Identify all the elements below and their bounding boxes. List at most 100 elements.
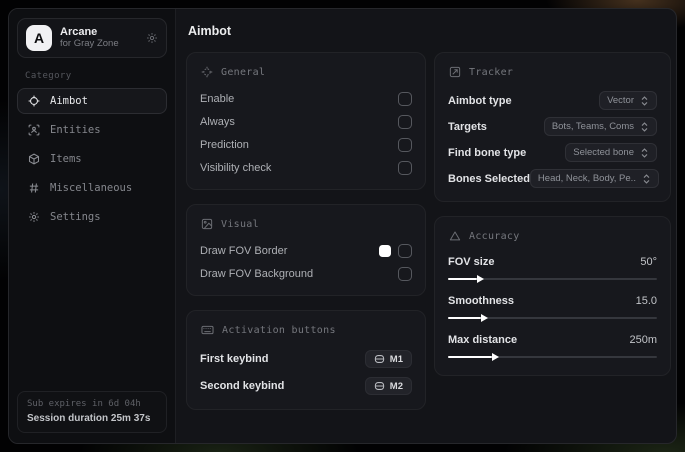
setting-row: Draw FOV Border (200, 240, 412, 262)
setting-row: Visibility check (200, 157, 412, 179)
main-content: Aimbot General Enable Always Prediction … (176, 9, 676, 443)
sidebar-nav: Aimbot Entities Items Miscellaneous Sett… (17, 88, 167, 230)
slider-thumb[interactable] (481, 314, 489, 322)
general-card: General Enable Always Prediction Visibil… (186, 52, 426, 190)
visibility-check-checkbox[interactable] (398, 161, 412, 175)
section-title: Activation buttons (222, 324, 336, 336)
sidebar-item-label: Settings (50, 211, 101, 223)
mouse-icon (374, 381, 385, 391)
setting-row: Always (200, 111, 412, 133)
second-keybind-button[interactable]: M2 (364, 377, 412, 395)
setting-label: Bones Selected (448, 172, 530, 185)
cube-icon (28, 153, 40, 165)
max-distance-group: Max distance 250m (448, 330, 657, 362)
slider-label: Max distance (448, 334, 518, 346)
session-duration-text: Session duration 25m 37s (27, 413, 151, 424)
person-scan-icon (28, 124, 40, 136)
left-column: General Enable Always Prediction Visibil… (186, 52, 426, 410)
chevrons-up-down-icon (640, 147, 649, 158)
smoothness-slider[interactable] (448, 313, 657, 323)
fov-size-group: FOV size 50° (448, 252, 657, 284)
setting-row: Bones Selected Head, Neck, Body, Pe.. (448, 166, 659, 191)
sidebar-item-label: Entities (50, 124, 101, 136)
activation-buttons-card: Activation buttons First keybind M1 Seco… (186, 310, 426, 410)
setting-label: Aimbot type (448, 94, 512, 107)
slider-value: 50° (640, 256, 657, 268)
page-title: Aimbot (188, 24, 232, 38)
slider-thumb[interactable] (491, 353, 499, 361)
image-icon (201, 218, 213, 230)
find-bone-type-select[interactable]: Selected bone (565, 143, 657, 162)
slider-label: Smoothness (448, 295, 515, 307)
slider-value: 250m (629, 334, 657, 346)
section-title: Tracker (469, 66, 514, 78)
setting-label: Draw FOV Background (200, 268, 314, 280)
sidebar-item-label: Items (50, 153, 82, 165)
setting-label: Prediction (200, 139, 249, 151)
aimbot-type-select[interactable]: Vector (599, 91, 657, 110)
targets-select[interactable]: Bots, Teams, Coms (543, 117, 657, 136)
brand-subtitle: for Gray Zone (60, 37, 119, 49)
select-value: Bots, Teams, Coms (551, 121, 634, 132)
bones-selected-select[interactable]: Head, Neck, Body, Pe.. (529, 169, 659, 188)
hash-icon (28, 182, 40, 194)
sidebar-item-label: Aimbot (50, 95, 88, 107)
subscription-info: Sub expires in 6d 04h Session duration 2… (17, 391, 167, 433)
setting-label: Find bone type (448, 146, 527, 159)
setting-label: Always (200, 116, 235, 128)
setting-label: Visibility check (200, 162, 272, 174)
setting-label: Draw FOV Border (200, 245, 288, 257)
max-distance-slider[interactable] (448, 352, 657, 362)
draw-fov-border-checkbox[interactable] (398, 244, 412, 258)
setting-row: Targets Bots, Teams, Coms (448, 114, 657, 139)
setting-row: Aimbot type Vector (448, 88, 657, 113)
accuracy-card: Accuracy FOV size 50° Smoothness 15.0 Ma… (434, 216, 671, 376)
tracker-card: Tracker Aimbot type Vector Targets Bots,… (434, 52, 671, 202)
enable-checkbox[interactable] (398, 92, 412, 106)
mouse-icon (374, 354, 385, 364)
keyboard-icon (201, 324, 214, 336)
draw-fov-background-checkbox[interactable] (398, 267, 412, 281)
tracker-icon (449, 66, 461, 78)
first-keybind-button[interactable]: M1 (364, 350, 412, 368)
section-title: Accuracy (469, 230, 520, 242)
gear-icon[interactable] (146, 32, 158, 44)
slider-thumb[interactable] (477, 275, 485, 283)
select-value: Head, Neck, Body, Pe.. (537, 173, 636, 184)
right-column: Tracker Aimbot type Vector Targets Bots,… (434, 52, 671, 376)
brand-title: Arcane (60, 26, 98, 39)
setting-row: First keybind M1 (200, 346, 412, 372)
setting-row: Second keybind M2 (200, 373, 412, 399)
setting-label: Targets (448, 120, 487, 133)
triangle-icon (449, 230, 461, 242)
visual-card: Visual Draw FOV Border Draw FOV Backgrou… (186, 204, 426, 296)
chevrons-up-down-icon (642, 173, 651, 184)
setting-label: Second keybind (200, 380, 285, 392)
brand-logo: A (26, 25, 52, 51)
category-label: Category (25, 71, 72, 81)
sidebar-item-entities[interactable]: Entities (17, 117, 167, 143)
sidebar-item-aimbot[interactable]: Aimbot (17, 88, 167, 114)
setting-label: Enable (200, 93, 235, 105)
fov-border-color-swatch[interactable] (379, 245, 391, 257)
slider-label: FOV size (448, 256, 495, 268)
sidebar-item-miscellaneous[interactable]: Miscellaneous (17, 175, 167, 201)
setting-label: First keybind (200, 353, 269, 365)
always-checkbox[interactable] (398, 115, 412, 129)
sidebar-item-settings[interactable]: Settings (17, 204, 167, 230)
brand-card: A Arcane for Gray Zone (17, 18, 167, 58)
setting-row: Find bone type Selected bone (448, 140, 657, 165)
section-title: Visual (221, 218, 259, 230)
keybind-value: M1 (389, 353, 403, 365)
setting-row: Draw FOV Background (200, 263, 412, 285)
select-value: Selected bone (573, 147, 634, 158)
slider-value: 15.0 (635, 295, 657, 307)
sidebar-item-items[interactable]: Items (17, 146, 167, 172)
prediction-checkbox[interactable] (398, 138, 412, 152)
select-value: Vector (607, 95, 634, 106)
crosshair-icon (28, 95, 40, 107)
chevrons-up-down-icon (640, 121, 649, 132)
sidebar-item-label: Miscellaneous (50, 182, 133, 194)
fov-size-slider[interactable] (448, 274, 657, 284)
sub-expires-text: Sub expires in 6d 04h (27, 399, 141, 409)
